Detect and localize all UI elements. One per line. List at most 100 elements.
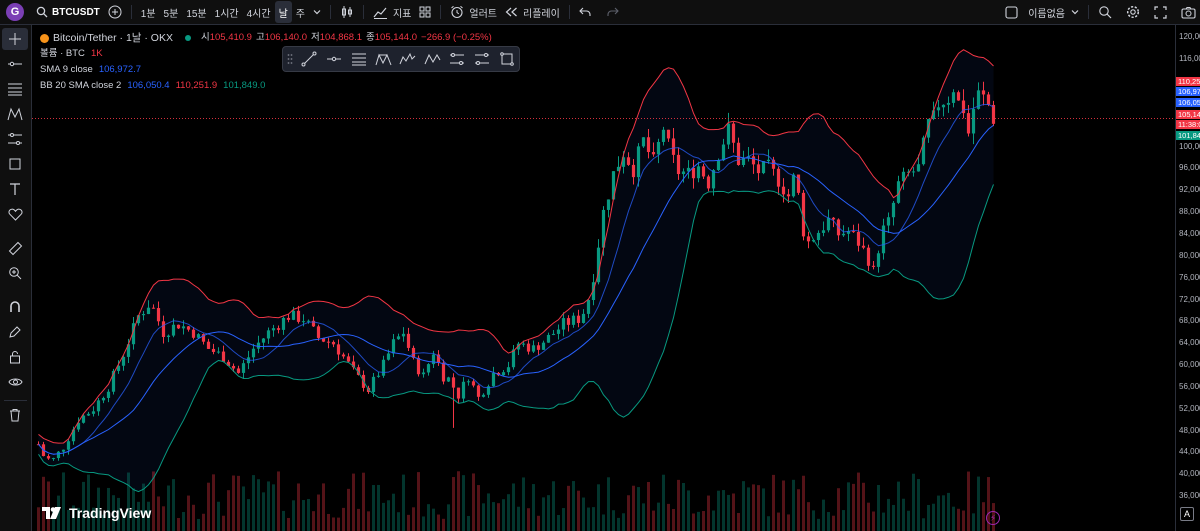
favorites-tool[interactable] — [2, 203, 28, 225]
candle-body — [281, 317, 286, 330]
text-tool[interactable] — [2, 178, 28, 200]
price-chart[interactable] — [32, 25, 1175, 531]
zoom-tool[interactable] — [2, 262, 28, 284]
stay-in-drawing-tool[interactable] — [2, 321, 28, 343]
trendline-tool[interactable] — [2, 53, 28, 75]
redo-button[interactable] — [603, 1, 623, 23]
low-value: 104,868.1 — [319, 32, 362, 43]
interval-button[interactable]: 1분 — [137, 1, 160, 23]
candle-body — [301, 321, 306, 323]
candle-body — [511, 349, 516, 368]
user-avatar[interactable]: G — [6, 3, 24, 21]
settings-button[interactable] — [1122, 1, 1144, 23]
volume-bar — [402, 474, 405, 531]
interval-button[interactable]: 주 — [292, 1, 309, 23]
crosshair-tool[interactable] — [2, 28, 28, 50]
tradingview-watermark[interactable]: TradingView — [42, 505, 151, 521]
candle — [761, 161, 766, 175]
snapshot-button[interactable] — [1177, 1, 1200, 23]
open-label: 시 — [200, 32, 210, 43]
abc-wave-button[interactable] — [420, 48, 445, 70]
price-tick-label: 40,000 — [1179, 469, 1200, 479]
interval-button[interactable]: 1시간 — [211, 1, 243, 23]
watermark-text: TradingView — [69, 505, 152, 521]
compare-symbol-button[interactable] — [104, 1, 126, 23]
candle-body — [761, 161, 766, 174]
legend-title[interactable]: Bitcoin/Tether · 1날 · OKX — [53, 30, 173, 46]
layout-select[interactable]: 이름없음 — [1001, 1, 1083, 23]
sma-value: 106,972.7 — [98, 64, 142, 75]
elliott-wave-button[interactable] — [396, 48, 421, 70]
undo-button[interactable] — [575, 1, 595, 23]
trend-line-button[interactable] — [297, 48, 322, 70]
candle-body — [626, 157, 631, 165]
measure-tool[interactable] — [2, 237, 28, 259]
price-axis[interactable]: 120,000116,000112,000108,000104,000100,0… — [1175, 25, 1200, 531]
candle-body — [951, 92, 956, 103]
candle-body — [911, 171, 916, 173]
interval-button[interactable]: 4시간 — [243, 1, 275, 23]
candle-body — [676, 154, 681, 175]
volume-bar — [947, 492, 950, 531]
horizontal-ray-icon — [8, 61, 22, 67]
volume-bar — [687, 490, 690, 531]
candle-body — [781, 186, 786, 195]
range-button[interactable] — [445, 48, 470, 70]
volume-bar — [702, 511, 705, 531]
auto-scale-button[interactable]: A — [1180, 507, 1194, 521]
prediction-icon — [8, 133, 22, 145]
candle-body — [936, 107, 941, 111]
volume-bar — [497, 503, 500, 531]
hide-drawings-tool[interactable] — [2, 371, 28, 393]
indicators-icon — [373, 7, 387, 19]
shape-tool[interactable] — [2, 153, 28, 175]
volume-bar — [562, 508, 565, 531]
volume-bar — [852, 483, 855, 531]
volume-bar — [842, 510, 845, 531]
volume-bar — [612, 510, 615, 531]
drag-handle[interactable] — [283, 48, 297, 70]
interval-button[interactable]: 날 — [274, 1, 292, 23]
volume-bar — [217, 501, 220, 531]
candle-body — [791, 174, 796, 197]
templates-button[interactable] — [415, 1, 435, 23]
chart-type-button[interactable] — [336, 1, 358, 23]
volume-bar — [892, 504, 895, 531]
candle-body — [981, 90, 986, 95]
prediction-tool[interactable] — [2, 128, 28, 150]
price-range-button[interactable] — [470, 48, 495, 70]
symbol-search-button[interactable]: BTCUSDT — [32, 1, 104, 23]
chevron-down-icon — [1071, 10, 1079, 15]
fib-tool[interactable] — [2, 78, 28, 100]
pattern-tool[interactable] — [2, 103, 28, 125]
volume-bar — [327, 513, 330, 531]
volume-bar — [167, 485, 170, 531]
candle-body — [736, 142, 741, 166]
rectangle-button[interactable] — [494, 48, 519, 70]
alert-button[interactable]: 얼러트 — [446, 1, 501, 23]
candle-body — [106, 391, 111, 398]
parallel-channel-button[interactable] — [346, 48, 371, 70]
horizontal-line-button[interactable] — [322, 48, 347, 70]
bb-legend-row[interactable]: BB 20 SMA close 2 106,050.4 110,251.9 10… — [40, 78, 492, 94]
interval-button[interactable]: 15분 — [182, 1, 210, 23]
indicators-button[interactable]: 지표 — [369, 1, 415, 23]
fullscreen-button[interactable] — [1150, 1, 1171, 23]
quick-search-button[interactable] — [1094, 1, 1116, 23]
volume-bar — [387, 500, 390, 531]
xabcd-pattern-button[interactable] — [371, 48, 396, 70]
volume-bar — [622, 513, 625, 531]
magnet-tool[interactable] — [2, 296, 28, 318]
interval-dropdown-button[interactable] — [309, 1, 325, 23]
candle-body — [666, 129, 671, 139]
interval-button[interactable]: 5분 — [160, 1, 183, 23]
lock-drawings-tool[interactable] — [2, 346, 28, 368]
replay-button[interactable]: 리플레이 — [501, 1, 564, 23]
bolt-icon[interactable]: ⚡ — [986, 511, 1000, 525]
candle — [806, 231, 811, 249]
bitcoin-icon — [40, 33, 49, 43]
remove-drawings-tool[interactable] — [2, 404, 28, 426]
volume-bar — [152, 471, 155, 531]
volume-bar — [797, 489, 800, 531]
volume-bar — [602, 514, 605, 531]
